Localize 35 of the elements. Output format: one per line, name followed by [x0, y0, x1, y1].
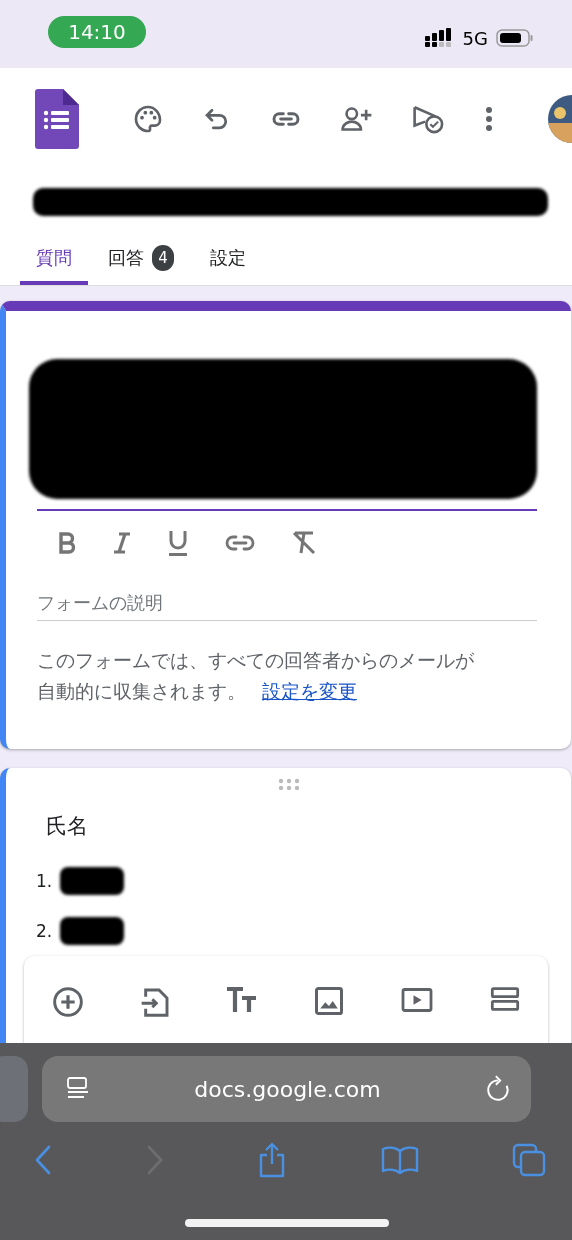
video-icon[interactable]	[400, 986, 434, 1014]
text-format-icon[interactable]	[226, 986, 258, 1014]
network-label: 5G	[462, 27, 488, 49]
url-text: docs.google.com	[194, 1076, 381, 1102]
add-circle-icon[interactable]	[52, 986, 84, 1018]
question-title: 氏名	[46, 813, 89, 840]
drag-handle-icon[interactable]	[277, 778, 300, 790]
underline-icon[interactable]	[167, 529, 189, 557]
email-notice: このフォームでは、すべての回答者からのメールが自動的に収集されます。 設定を変更	[37, 648, 475, 704]
count-badge: 4	[152, 244, 174, 271]
more-icon[interactable]	[484, 105, 494, 133]
redaction-mark	[60, 917, 125, 945]
tab[interactable]: 設定	[194, 234, 262, 285]
tab[interactable]: 質問	[20, 234, 88, 285]
tab[interactable]: 回答 4	[92, 234, 190, 285]
change-settings-link[interactable]: 設定を変更	[262, 680, 357, 702]
reload-icon[interactable]	[485, 1075, 511, 1103]
link-icon[interactable]	[224, 533, 256, 553]
redaction-mark	[60, 867, 125, 895]
forms-logo-icon[interactable]	[35, 89, 79, 149]
avatar[interactable]	[546, 95, 572, 143]
list-number: 1.	[36, 871, 53, 891]
import-icon[interactable]	[140, 986, 170, 1018]
list-number: 2.	[36, 921, 53, 941]
description-field[interactable]: フォームの説明	[37, 585, 537, 621]
clear-format-icon[interactable]	[291, 530, 317, 556]
send-check-icon[interactable]	[412, 103, 446, 135]
bold-icon[interactable]	[57, 531, 77, 555]
italic-icon[interactable]	[112, 531, 132, 555]
image-icon[interactable]	[314, 986, 344, 1016]
section-icon[interactable]	[490, 986, 520, 1012]
clock-time: 14:10	[48, 16, 146, 48]
battery-icon	[496, 28, 534, 48]
address-bar[interactable]: docs.google.com	[42, 1056, 531, 1122]
palette-icon[interactable]	[132, 103, 164, 135]
